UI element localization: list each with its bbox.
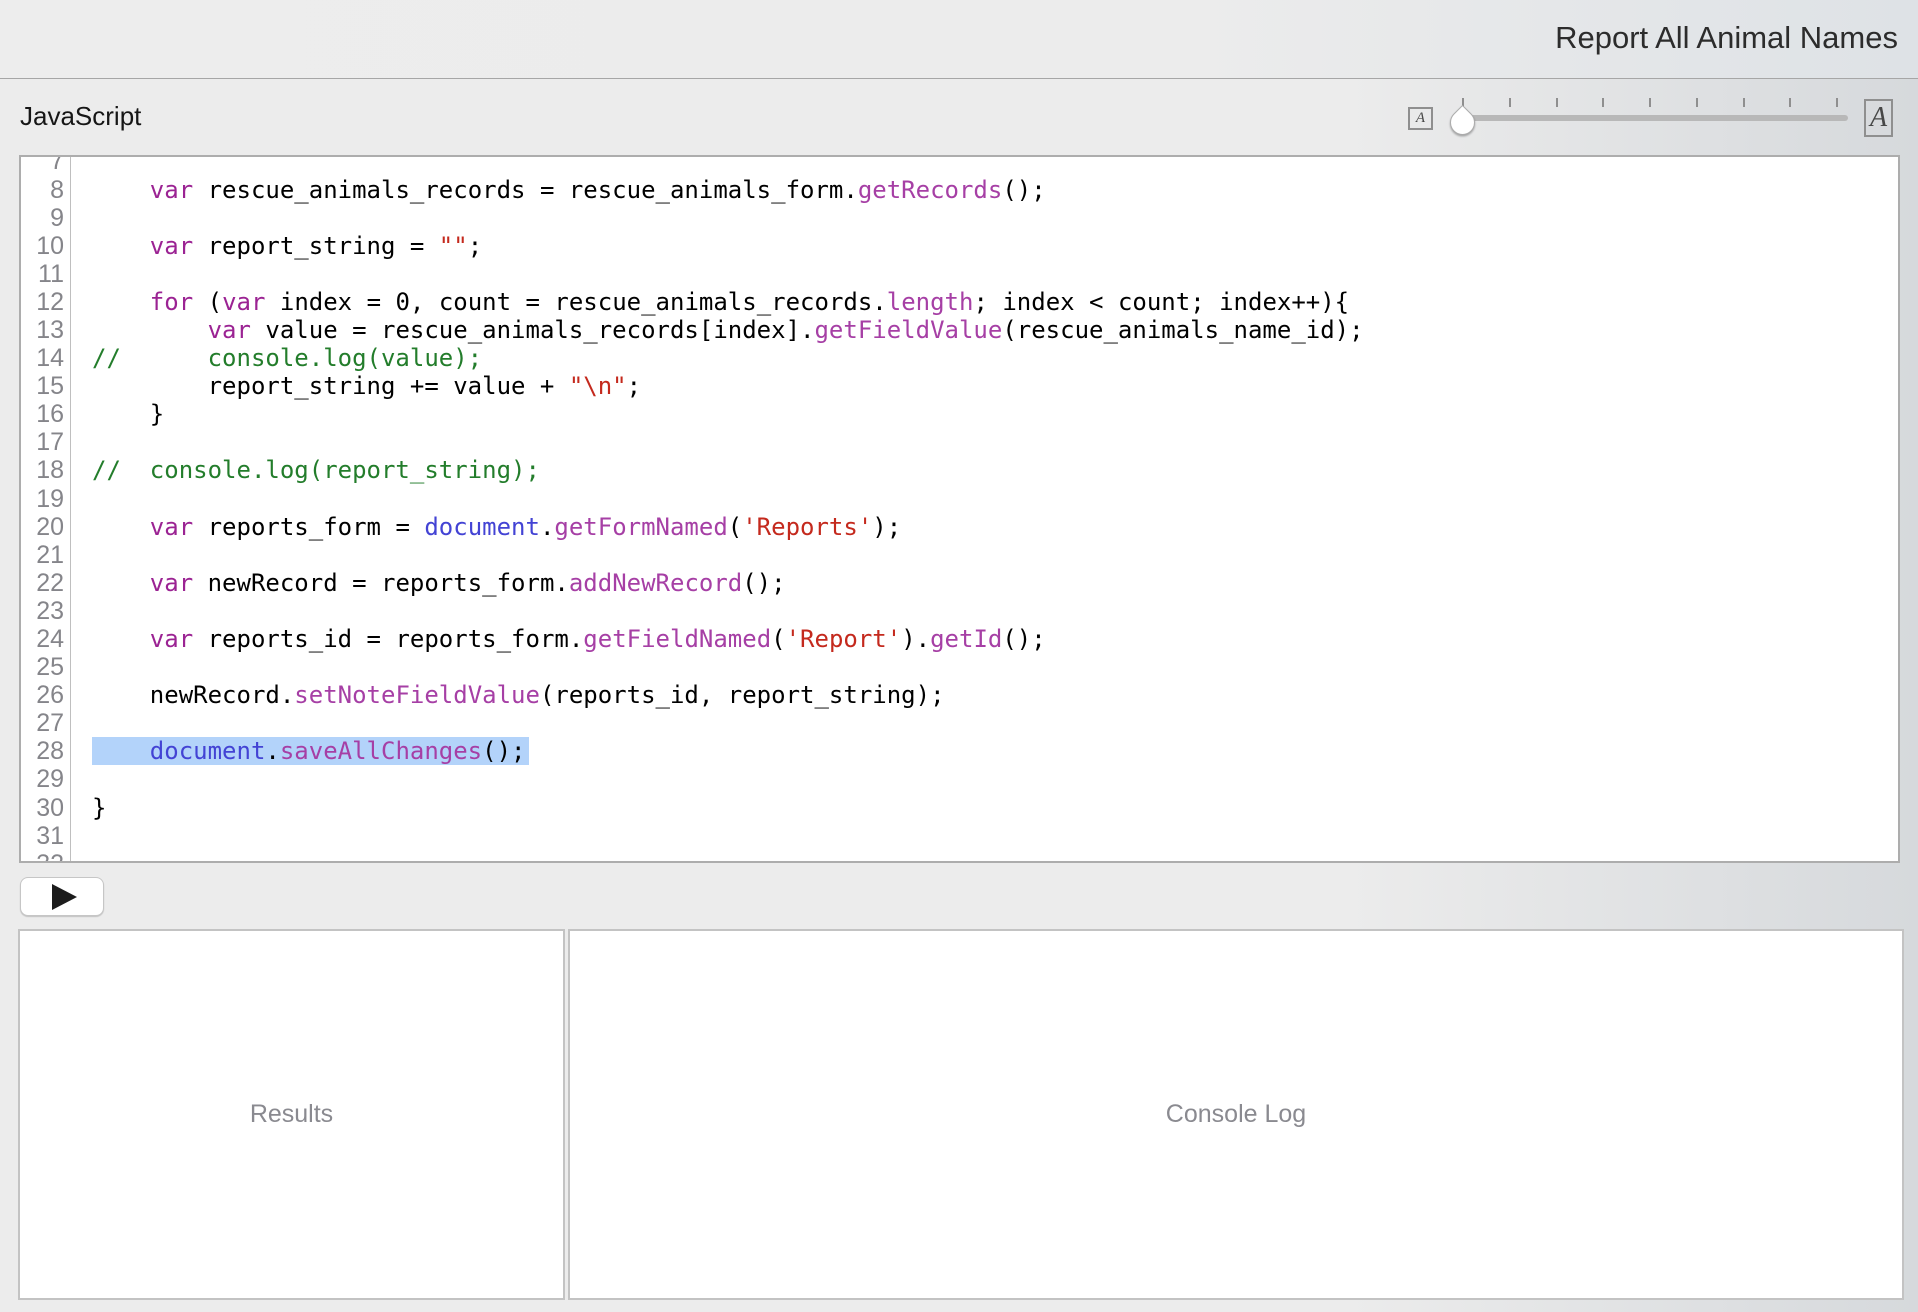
script-editor[interactable]: 7891011121314151617181920212223242526272… bbox=[19, 155, 1900, 863]
code-line-27[interactable] bbox=[71, 709, 1898, 737]
code-line-31[interactable] bbox=[71, 822, 1898, 850]
line-number: 21 bbox=[21, 541, 64, 569]
line-number: 20 bbox=[21, 513, 64, 541]
results-placeholder: Results bbox=[250, 1100, 333, 1129]
line-number: 23 bbox=[21, 597, 64, 625]
line-number: 29 bbox=[21, 765, 64, 793]
results-panel[interactable]: Results bbox=[18, 929, 565, 1300]
code-line-11[interactable] bbox=[71, 260, 1898, 288]
code-line-13[interactable]: var value = rescue_animals_records[index… bbox=[71, 316, 1898, 344]
toolbar: JavaScript A A bbox=[0, 79, 1918, 155]
line-number: 31 bbox=[21, 822, 64, 850]
console-log-panel[interactable]: Console Log bbox=[568, 929, 1904, 1300]
slider-tick bbox=[1789, 98, 1791, 107]
slider-tick bbox=[1836, 98, 1838, 107]
slider-tick bbox=[1696, 98, 1698, 107]
slider-tick bbox=[1649, 98, 1651, 107]
code-line-28[interactable]: document.saveAllChanges(); bbox=[71, 737, 1898, 765]
line-number: 18 bbox=[21, 456, 64, 484]
decrease-font-size-icon[interactable]: A bbox=[1408, 107, 1433, 130]
run-script-button[interactable] bbox=[20, 877, 104, 916]
code-line-8[interactable]: var rescue_animals_records = rescue_anim… bbox=[71, 176, 1898, 204]
code-line-7[interactable] bbox=[71, 155, 1898, 176]
line-number: 11 bbox=[21, 260, 64, 288]
selected-code: document.saveAllChanges(); bbox=[92, 737, 529, 765]
code-line-10[interactable]: var report_string = ""; bbox=[71, 232, 1898, 260]
code-line-30[interactable]: } bbox=[71, 794, 1898, 822]
line-number: 32 bbox=[21, 850, 64, 863]
code-line-17[interactable] bbox=[71, 428, 1898, 456]
code-line-19[interactable] bbox=[71, 485, 1898, 513]
slider-tick bbox=[1602, 98, 1604, 107]
code-lines[interactable]: var rescue_animals_records = rescue_anim… bbox=[71, 155, 1898, 863]
line-number: 28 bbox=[21, 737, 64, 765]
code-line-29[interactable] bbox=[71, 765, 1898, 793]
slider-track[interactable] bbox=[1452, 115, 1848, 121]
line-number: 15 bbox=[21, 372, 64, 400]
increase-font-size-icon[interactable]: A bbox=[1864, 99, 1893, 137]
code-line-22[interactable]: var newRecord = reports_form.addNewRecor… bbox=[71, 569, 1898, 597]
line-number: 22 bbox=[21, 569, 64, 597]
line-number: 19 bbox=[21, 485, 64, 513]
line-number-gutter: 7891011121314151617181920212223242526272… bbox=[21, 155, 64, 863]
slider-tick bbox=[1556, 98, 1558, 107]
line-number: 10 bbox=[21, 232, 64, 260]
code-line-14[interactable]: // console.log(value); bbox=[71, 344, 1898, 372]
line-number: 14 bbox=[21, 344, 64, 372]
line-number: 24 bbox=[21, 625, 64, 653]
slider-ticks bbox=[1462, 98, 1838, 107]
code-line-25[interactable] bbox=[71, 653, 1898, 681]
line-number: 27 bbox=[21, 709, 64, 737]
code-line-26[interactable]: newRecord.setNoteFieldValue(reports_id, … bbox=[71, 681, 1898, 709]
line-number: 26 bbox=[21, 681, 64, 709]
line-number: 25 bbox=[21, 653, 64, 681]
line-number: 17 bbox=[21, 428, 64, 456]
line-number: 9 bbox=[21, 204, 64, 232]
console-log-placeholder: Console Log bbox=[1166, 1100, 1306, 1129]
title-bar: Report All Animal Names bbox=[0, 0, 1918, 79]
line-number: 12 bbox=[21, 288, 64, 316]
line-number: 7 bbox=[21, 155, 64, 176]
line-number: 30 bbox=[21, 794, 64, 822]
line-number: 13 bbox=[21, 316, 64, 344]
slider-tick bbox=[1509, 98, 1511, 107]
code-line-23[interactable] bbox=[71, 597, 1898, 625]
page-title: Report All Animal Names bbox=[1555, 0, 1898, 76]
code-line-12[interactable]: for (var index = 0, count = rescue_anima… bbox=[71, 288, 1898, 316]
code-line-24[interactable]: var reports_id = reports_form.getFieldNa… bbox=[71, 625, 1898, 653]
line-number: 16 bbox=[21, 400, 64, 428]
code-line-18[interactable]: // console.log(report_string); bbox=[71, 456, 1898, 484]
code-line-9[interactable] bbox=[71, 204, 1898, 232]
line-number: 8 bbox=[21, 176, 64, 204]
language-label: JavaScript bbox=[20, 79, 141, 153]
play-icon bbox=[52, 884, 77, 910]
code-line-32[interactable] bbox=[71, 850, 1898, 863]
code-line-21[interactable] bbox=[71, 541, 1898, 569]
code-line-16[interactable]: } bbox=[71, 400, 1898, 428]
code-line-20[interactable]: var reports_form = document.getFormNamed… bbox=[71, 513, 1898, 541]
slider-knob[interactable] bbox=[1445, 105, 1480, 140]
code-line-15[interactable]: report_string += value + "\n"; bbox=[71, 372, 1898, 400]
slider-tick bbox=[1743, 98, 1745, 107]
